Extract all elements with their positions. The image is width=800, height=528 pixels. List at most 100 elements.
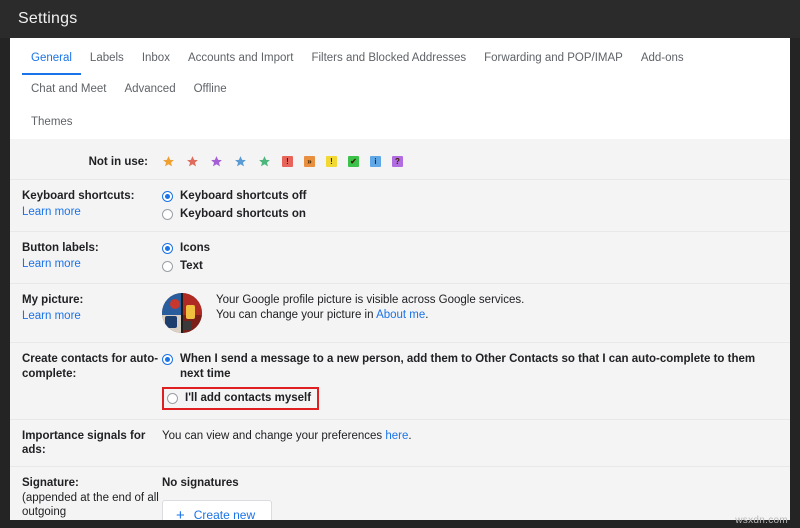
row-my-picture: My picture: Learn more Your Google profi… [10,284,790,343]
not-in-use-icon-list: ! » ! ✔ i ? [162,155,403,168]
option-auto-add-contacts[interactable]: When I send a message to a new person, a… [162,352,780,382]
radio-keyboard-shortcuts-on[interactable] [162,209,173,220]
option-keyboard-shortcuts-off[interactable]: Keyboard shortcuts off [162,189,780,204]
signature-label: Signature: [22,477,79,489]
tab-accounts-and-import[interactable]: Accounts and Import [179,44,302,75]
page-title: Settings [18,10,78,27]
my-picture-line1: Your Google profile picture is visible a… [216,294,525,306]
importance-signals-text: You can view and change your preferences… [162,429,790,444]
settings-tabbar-row2: Themes [22,106,778,139]
tab-forwarding-and-pop-imap[interactable]: Forwarding and POP/IMAP [475,44,632,75]
option-keyboard-shortcuts-on[interactable]: Keyboard shortcuts on [162,207,780,222]
tab-labels[interactable]: Labels [81,44,133,75]
my-picture-label: My picture: [22,294,84,306]
create-new-label: Create new [193,508,256,520]
radio-add-contacts-myself[interactable] [167,393,178,404]
star-red-icon[interactable] [186,155,199,168]
no-signatures-text: No signatures [162,477,239,489]
stars-not-in-use-row: Not in use: ! » ! ✔ i ? [10,145,790,180]
row-signature: Signature: (appended at the end of all o… [10,467,790,520]
blue-info-icon[interactable]: i [370,156,381,167]
yellow-bang-icon[interactable]: ! [326,156,337,167]
label-icons: Icons [180,242,211,254]
my-picture-label-group: My picture: Learn more [10,293,162,323]
star-green-icon[interactable] [258,155,271,168]
create-contacts-label-line2: complete: [22,368,77,380]
signature-content: No signatures + Create new [162,476,790,520]
tab-themes[interactable]: Themes [22,108,82,139]
button-labels-label: Button labels: [22,242,99,254]
importance-signals-here-link[interactable]: here [385,430,408,442]
create-contacts-label-group: Create contacts for auto- complete: [10,352,162,381]
my-picture-line2: You can change your picture in About me. [216,308,524,323]
avatar-and-description: Your Google profile picture is visible a… [162,293,780,333]
create-contacts-options: When I send a message to a new person, a… [162,352,790,410]
plus-icon: + [176,506,185,521]
keyboard-shortcuts-options: Keyboard shortcuts off Keyboard shortcut… [162,189,790,222]
row-keyboard-shortcuts: Keyboard shortcuts: Learn more Keyboard … [10,180,790,232]
option-add-contacts-myself[interactable]: I'll add contacts myself [167,391,311,406]
tab-add-ons[interactable]: Add-ons [632,44,693,75]
radio-keyboard-shortcuts-off[interactable] [162,191,173,202]
tab-filters-and-blocked-addresses[interactable]: Filters and Blocked Addresses [302,44,475,75]
watermark: wsxdn.com [735,515,788,526]
button-labels-learn-more-link[interactable]: Learn more [22,257,162,271]
red-bang-icon[interactable]: ! [282,156,293,167]
my-picture-content: Your Google profile picture is visible a… [162,293,790,333]
tab-inbox[interactable]: Inbox [133,44,179,75]
highlight-box-add-contacts-myself: I'll add contacts myself [162,387,320,410]
orange-guillemet-icon[interactable]: » [304,156,315,167]
option-text[interactable]: Text [162,259,780,274]
radio-auto-add-contacts[interactable] [162,354,173,365]
my-picture-description: Your Google profile picture is visible a… [216,293,524,323]
my-picture-learn-more-link[interactable]: Learn more [22,309,162,323]
button-labels-options: Icons Text [162,241,790,274]
settings-page: General Labels Inbox Accounts and Import… [10,38,790,520]
button-labels-label-group: Button labels: Learn more [10,241,162,271]
tab-offline[interactable]: Offline [185,75,236,106]
option-icons[interactable]: Icons [162,241,780,256]
importance-signals-label: Importance signals for ads: [22,430,146,456]
purple-question-icon[interactable]: ? [392,156,403,167]
star-blue-icon[interactable] [234,155,247,168]
signature-label-group: Signature: (appended at the end of all o… [10,476,162,520]
avatar-detail-2 [186,305,195,319]
my-picture-line2-suffix: . [425,309,429,321]
avatar-detail-3 [165,316,177,328]
row-create-contacts: Create contacts for auto- complete: When… [10,343,790,420]
create-new-signature-button[interactable]: + Create new [162,500,273,521]
row-button-labels: Button labels: Learn more Icons Text [10,232,790,284]
my-picture-line2-prefix: You can change your picture in [216,309,377,321]
settings-content: Not in use: ! » ! ✔ i ? Keyboard shortcu… [10,139,790,520]
settings-tabbar: General Labels Inbox Accounts and Import… [10,38,790,139]
label-text: Text [180,260,203,272]
tab-advanced[interactable]: Advanced [115,75,184,106]
user-profile-avatar[interactable] [162,293,202,333]
star-orange-icon[interactable] [162,155,175,168]
not-in-use-label: Not in use: [88,155,148,168]
tab-general[interactable]: General [22,44,81,75]
importance-signals-prefix: You can view and change your preferences [162,430,386,442]
signature-sub-line1: (appended at the end of all outgoing [22,492,159,518]
green-check-icon[interactable]: ✔ [348,156,359,167]
keyboard-shortcuts-label: Keyboard shortcuts: [22,190,135,202]
star-purple-icon[interactable] [210,155,223,168]
row-importance-signals: Importance signals for ads: You can view… [10,420,790,467]
radio-icons[interactable] [162,243,173,254]
label-keyboard-shortcuts-off: Keyboard shortcuts off [180,190,307,202]
window-titlebar: Settings [0,0,800,38]
create-contacts-label-line1: Create contacts for auto- [22,353,159,365]
radio-text[interactable] [162,261,173,272]
keyboard-shortcuts-label-group: Keyboard shortcuts: Learn more [10,189,162,219]
tab-chat-and-meet[interactable]: Chat and Meet [22,75,115,106]
about-me-link[interactable]: About me [376,309,425,321]
label-keyboard-shortcuts-on: Keyboard shortcuts on [180,208,306,220]
avatar-detail-1 [170,299,180,309]
importance-signals-suffix: . [408,430,412,442]
label-add-contacts-myself: I'll add contacts myself [185,392,312,404]
browser-window: Settings General Labels Inbox Accounts a… [0,0,800,528]
keyboard-shortcuts-learn-more-link[interactable]: Learn more [22,205,162,219]
label-auto-add-contacts: When I send a message to a new person, a… [180,353,756,380]
avatar-detail-4 [182,321,192,330]
avatar-divider [181,293,183,333]
